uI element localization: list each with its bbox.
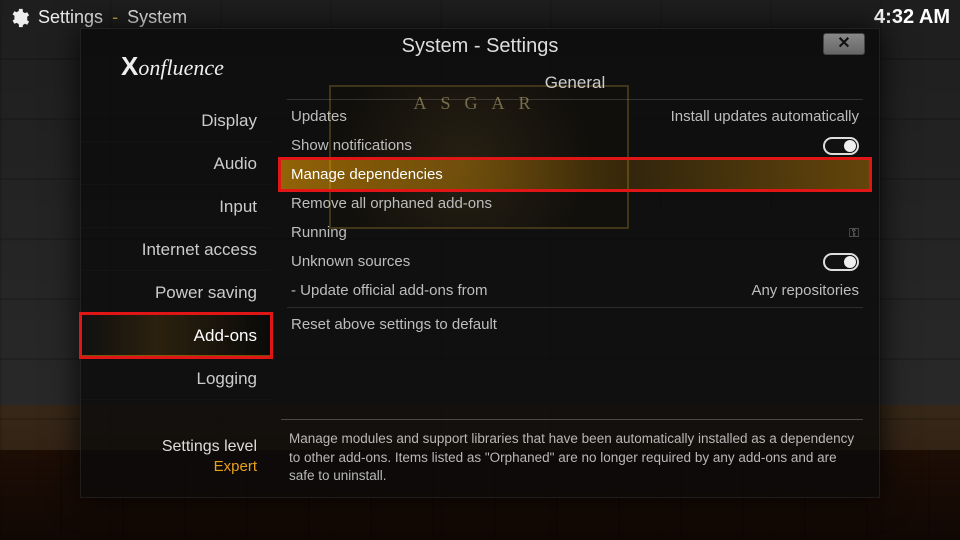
row-update-official-from[interactable]: - Update official add-ons from Any repos…: [281, 276, 869, 305]
row-show-notifications[interactable]: Show notifications: [281, 131, 869, 160]
sidebar-item-label: Internet access: [142, 240, 257, 259]
row-label: Manage dependencies: [291, 166, 443, 183]
sidebar-item-add-ons[interactable]: Add-ons: [81, 314, 271, 357]
breadcrumb: Settings - System: [38, 7, 187, 28]
row-label: - Update official add-ons from: [291, 282, 488, 299]
category-sidebar: Display Audio Input Internet access Powe…: [81, 99, 271, 400]
sidebar-item-label: Display: [201, 111, 257, 130]
sidebar-item-label: Input: [219, 197, 257, 216]
row-label: Running: [291, 224, 347, 241]
sidebar-item-display[interactable]: Display: [81, 99, 271, 142]
row-remove-orphaned[interactable]: Remove all orphaned add-ons: [281, 189, 869, 218]
row-label: Updates: [291, 108, 347, 125]
sidebar-item-input[interactable]: Input: [81, 185, 271, 228]
section-header: General: [281, 69, 869, 99]
row-label: Remove all orphaned add-ons: [291, 195, 492, 212]
key-icon: ⚿: [849, 225, 859, 241]
settings-panel: System - Settings ✕ Xonfluence ASGAR Dis…: [80, 28, 880, 498]
sidebar-item-logging[interactable]: Logging: [81, 357, 271, 400]
brand-x: X: [121, 51, 138, 81]
breadcrumb-root: Settings: [38, 7, 103, 27]
settings-level-value: Expert: [81, 458, 257, 475]
sidebar-item-power-saving[interactable]: Power saving: [81, 271, 271, 314]
skin-brand: Xonfluence: [121, 51, 224, 82]
top-bar: Settings - System 4:32 AM: [8, 6, 950, 29]
sidebar-item-internet-access[interactable]: Internet access: [81, 228, 271, 271]
row-running[interactable]: Running ⚿: [281, 218, 869, 247]
sidebar-item-label: Audio: [214, 154, 257, 173]
row-updates[interactable]: Updates Install updates automatically: [281, 102, 869, 131]
row-value: Install updates automatically: [671, 108, 859, 125]
row-reset-defaults[interactable]: Reset above settings to default: [281, 310, 869, 339]
close-button[interactable]: ✕: [823, 33, 865, 55]
row-label: Unknown sources: [291, 253, 410, 270]
settings-content: General Updates Install updates automati…: [281, 69, 869, 417]
sidebar-item-label: Add-ons: [194, 326, 257, 345]
sidebar-item-audio[interactable]: Audio: [81, 142, 271, 185]
row-value: Any repositories: [751, 282, 859, 299]
row-separator: [287, 307, 863, 308]
settings-level-label: Settings level: [162, 438, 257, 455]
row-label: Show notifications: [291, 137, 412, 154]
brand-rest: onfluence: [138, 55, 224, 80]
section-divider: [287, 99, 863, 100]
breadcrumb-sub: System: [127, 7, 187, 27]
toggle-on-icon: [823, 137, 859, 155]
row-unknown-sources[interactable]: Unknown sources: [281, 247, 869, 276]
breadcrumb-sep: -: [112, 7, 118, 27]
sidebar-item-label: Power saving: [155, 283, 257, 302]
clock: 4:32 AM: [874, 6, 950, 29]
gear-icon: [8, 7, 30, 29]
toggle-on-icon: [823, 253, 859, 271]
setting-description: Manage modules and support libraries tha…: [281, 419, 863, 485]
settings-level-button[interactable]: Settings level Expert: [81, 438, 271, 475]
sidebar-item-label: Logging: [196, 369, 257, 388]
row-label: Reset above settings to default: [291, 316, 497, 333]
close-icon: ✕: [837, 35, 850, 52]
row-manage-dependencies[interactable]: Manage dependencies: [281, 160, 869, 189]
